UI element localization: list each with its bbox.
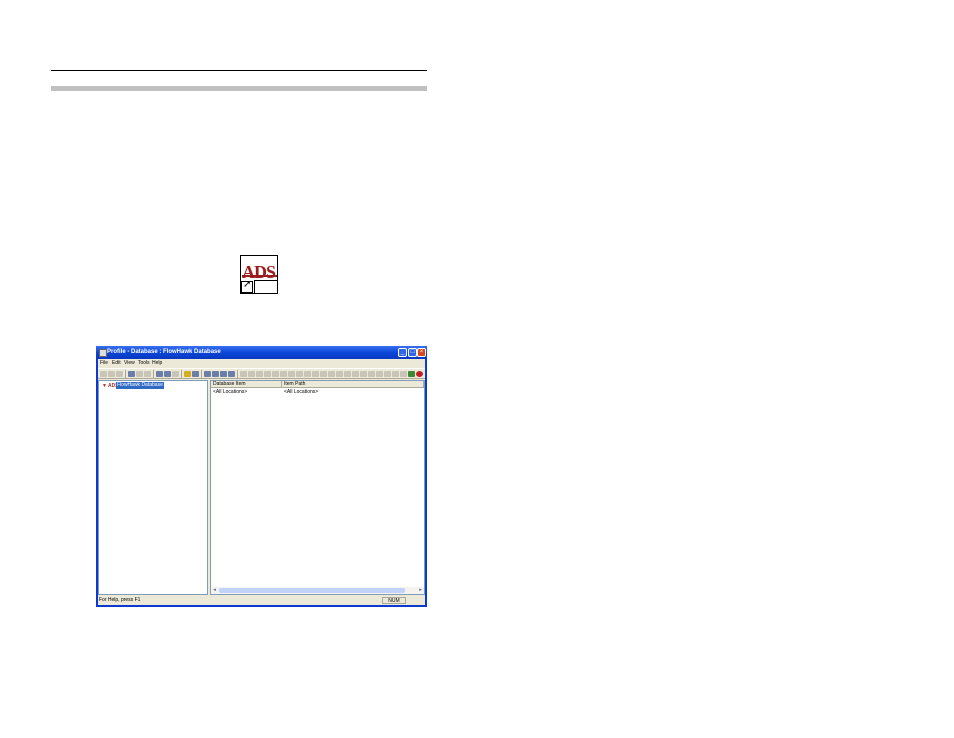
horizontal-scrollbar[interactable]: ◂ ▸ — [211, 587, 424, 594]
tool-icon[interactable] — [352, 371, 359, 377]
scroll-right-icon[interactable]: ▸ — [417, 587, 424, 594]
cut-icon[interactable] — [108, 371, 115, 377]
toolbar-separator — [125, 370, 126, 378]
properties-icon[interactable] — [156, 371, 163, 377]
tool-icon[interactable] — [384, 371, 391, 377]
profile-window: Profile - Database : FlowHawk Database _… — [96, 346, 427, 607]
tool-icon[interactable] — [264, 371, 271, 377]
tool-icon[interactable] — [256, 371, 263, 377]
ads-shortcut-icon[interactable]: ADS ➚ — [240, 255, 278, 294]
connect-icon[interactable] — [408, 371, 415, 377]
window-icon[interactable] — [172, 371, 179, 377]
tool-icon[interactable] — [344, 371, 351, 377]
menu-help[interactable]: Help — [152, 359, 162, 368]
gray-rule — [51, 86, 427, 91]
list-icon[interactable] — [220, 371, 227, 377]
list-row-item[interactable]: <All Locations> — [213, 389, 247, 396]
tool-icon[interactable] — [328, 371, 335, 377]
menu-view[interactable]: View — [124, 359, 135, 368]
tool-icon[interactable] — [288, 371, 295, 377]
help-icon[interactable] — [184, 371, 191, 377]
column-header-item-path[interactable]: Item Path — [282, 381, 424, 388]
shortcut-arrow-icon: ➚ — [241, 279, 253, 293]
menu-tools[interactable]: Tools — [138, 359, 150, 368]
tool-icon[interactable] — [376, 371, 383, 377]
num-lock-indicator: NUM — [382, 597, 406, 604]
tool-icon[interactable] — [312, 371, 319, 377]
context-help-icon[interactable] — [192, 371, 199, 377]
tool-icon[interactable] — [280, 371, 287, 377]
list-row-path: <All Locations> — [284, 389, 319, 395]
toolbar — [98, 368, 425, 379]
tree-item-database[interactable]: FlowHawk Database — [116, 382, 164, 389]
list-pane[interactable]: Database Item Item Path <All Locations> … — [210, 380, 425, 595]
toolbar-separator — [153, 370, 154, 378]
tree-expand-icon[interactable]: ▼ — [102, 383, 107, 389]
window-title: Profile - Database : FlowHawk Database — [107, 349, 221, 355]
tree-icon[interactable] — [212, 371, 219, 377]
tool-icon[interactable] — [320, 371, 327, 377]
status-bar: For Help, press F1 NUM — [98, 596, 425, 605]
toolbar-separator — [201, 370, 202, 378]
menu-file[interactable]: File — [100, 359, 108, 368]
tool-icon[interactable] — [336, 371, 343, 377]
toolbar-separator — [181, 370, 182, 378]
tool-icon[interactable] — [240, 371, 247, 377]
title-bar[interactable]: Profile - Database : FlowHawk Database _… — [96, 346, 427, 359]
forward-icon[interactable] — [136, 371, 143, 377]
pointer-icon[interactable] — [204, 371, 211, 377]
menu-bar: File Edit View Tools Help — [98, 359, 425, 368]
tool-icon[interactable] — [248, 371, 255, 377]
client-area: File Edit View Tools Help ▼ ADS FlowHawk… — [98, 359, 425, 605]
tool-icon[interactable] — [368, 371, 375, 377]
icon-divider — [254, 280, 255, 294]
app-icon — [99, 349, 107, 357]
scroll-left-icon[interactable]: ◂ — [211, 587, 218, 594]
toolbar-separator — [237, 370, 238, 378]
view-icon[interactable] — [164, 371, 171, 377]
close-button[interactable]: × — [417, 348, 426, 357]
scroll-thumb[interactable] — [219, 588, 405, 593]
minimize-button[interactable]: _ — [398, 348, 407, 357]
tool-icon[interactable] — [296, 371, 303, 377]
delete-icon[interactable] — [100, 371, 107, 377]
icon-divider — [254, 280, 278, 281]
stop-record-icon[interactable] — [416, 371, 423, 377]
tool-icon[interactable] — [400, 371, 407, 377]
tool-icon[interactable] — [392, 371, 399, 377]
ads-logo-strike — [242, 275, 277, 277]
tool-icon[interactable] — [304, 371, 311, 377]
details-icon[interactable] — [228, 371, 235, 377]
tree-pane[interactable]: ▼ ADS FlowHawk Database — [98, 380, 208, 595]
stop-icon[interactable] — [144, 371, 151, 377]
copy-icon[interactable] — [116, 371, 123, 377]
tool-icon[interactable] — [360, 371, 367, 377]
column-header-database-item[interactable]: Database Item — [211, 381, 282, 388]
back-icon[interactable] — [128, 371, 135, 377]
top-rule — [51, 70, 427, 71]
status-text: For Help, press F1 — [99, 597, 141, 603]
tool-icon[interactable] — [272, 371, 279, 377]
menu-edit[interactable]: Edit — [112, 359, 121, 368]
maximize-button[interactable]: □ — [408, 348, 417, 357]
